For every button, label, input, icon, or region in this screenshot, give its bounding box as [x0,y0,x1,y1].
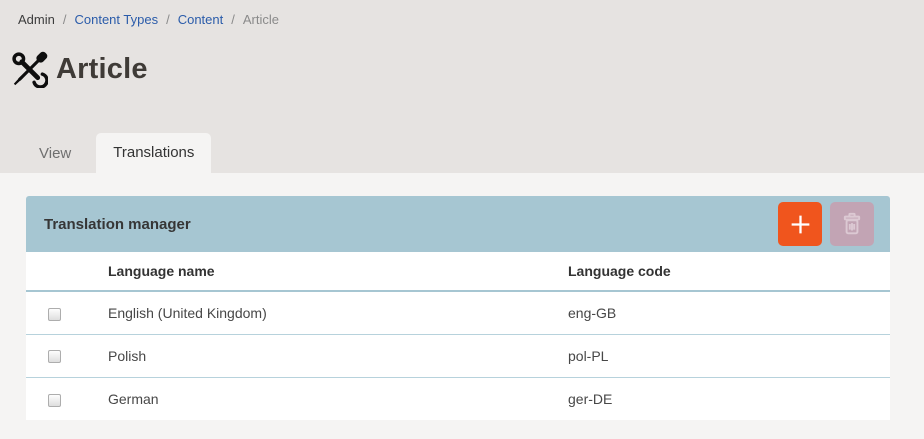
panel-header: Translation manager [26,196,890,252]
breadcrumb-item-content-types[interactable]: Content Types [74,12,158,27]
table-row: English (United Kingdom) eng-GB [26,291,890,334]
language-name-cell: English (United Kingdom) [108,291,568,334]
tools-icon [11,51,48,88]
breadcrumb-item-article: Article [243,12,279,27]
column-header-language-code: Language code [568,252,890,291]
page-title: Article [56,53,148,86]
content-region: Translation manager [0,173,924,439]
language-code-cell: ger-DE [568,377,890,420]
tab-bar: View Translations [0,133,211,173]
trash-icon [839,211,865,237]
language-name-cell: German [108,377,568,420]
table-row: German ger-DE [26,377,890,420]
language-code-cell: eng-GB [568,291,890,334]
title-row: Article [11,51,924,88]
panel-title: Translation manager [44,216,770,233]
page-header: Admin / Content Types / Content / Articl… [0,0,924,173]
breadcrumb-separator: / [63,12,67,27]
column-header-select [26,252,108,291]
row-checkbox[interactable] [48,308,61,321]
tab-view[interactable]: View [22,134,88,173]
row-checkbox[interactable] [48,394,61,407]
breadcrumb-item-admin: Admin [18,12,55,27]
language-name-cell: Polish [108,334,568,377]
breadcrumb-separator: / [231,12,235,27]
table-row: Polish pol-PL [26,334,890,377]
delete-translation-button[interactable] [830,202,874,246]
row-checkbox[interactable] [48,350,61,363]
translation-manager-panel: Translation manager [26,196,890,420]
breadcrumb: Admin / Content Types / Content / Articl… [0,0,924,27]
breadcrumb-item-content[interactable]: Content [178,12,224,27]
table-header-row: Language name Language code [26,252,890,291]
column-header-language-name: Language name [108,252,568,291]
plus-icon [788,212,813,237]
add-translation-button[interactable] [778,202,822,246]
tab-translations[interactable]: Translations [96,133,211,173]
breadcrumb-separator: / [166,12,170,27]
translations-table: Language name Language code English (Uni… [26,252,890,420]
language-code-cell: pol-PL [568,334,890,377]
